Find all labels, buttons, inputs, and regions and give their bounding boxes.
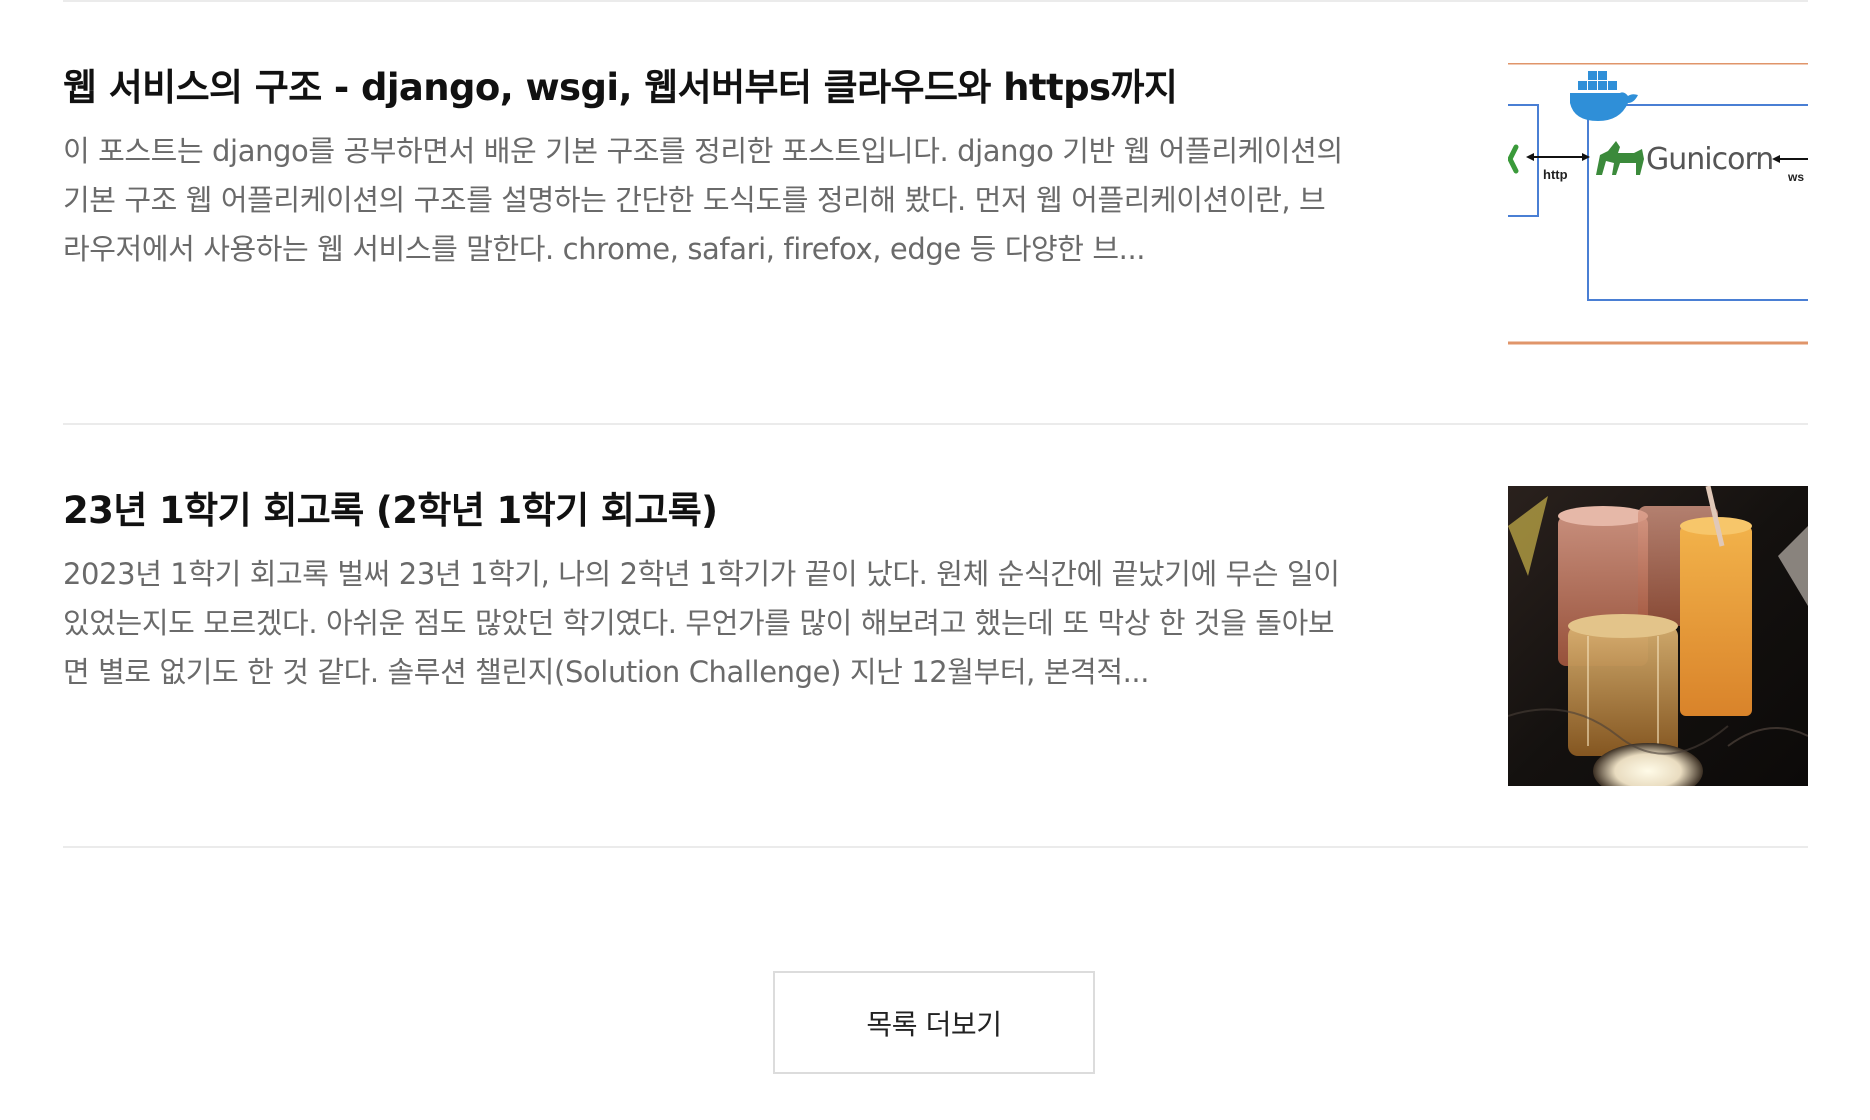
http-label: http (1543, 167, 1568, 182)
post-thumbnail-diagram[interactable]: http ws Gunicorn (1508, 63, 1808, 363)
post-summary: 2023년 1학기 회고록 벌써 23년 1학기, 나의 2학년 1학기가 끝이… (63, 557, 1340, 689)
post-title[interactable]: 23년 1학기 회고록 (2학년 1학기 회고록) (63, 486, 718, 536)
post-title[interactable]: 웹 서비스의 구조 - django, wsgi, 웹서버부터 클라우드와 ht… (63, 63, 1178, 113)
divider (63, 0, 1808, 2)
post-thumbnail-photo[interactable] (1508, 486, 1808, 786)
post-summary: 이 포스트는 django를 공부하면서 배운 기본 구조를 정리한 포스트입니… (63, 134, 1343, 266)
architecture-diagram: http ws Gunicorn (1508, 63, 1808, 363)
ws-label: ws (1787, 170, 1804, 184)
divider (63, 423, 1808, 425)
post-item-web-service[interactable]: 웹 서비스의 구조 - django, wsgi, 웹서버부터 클라우드와 ht… (63, 63, 1808, 363)
post-item-semester-retrospective[interactable]: 23년 1학기 회고록 (2학년 1학기 회고록) 2023년 1학기 회고록 … (63, 486, 1808, 786)
load-more-button[interactable]: 목록 더보기 (773, 971, 1095, 1074)
divider (63, 846, 1808, 848)
drinks-photo-image (1508, 486, 1808, 786)
post-list-page: 웹 서비스의 구조 - django, wsgi, 웹서버부터 클라우드와 ht… (0, 0, 1870, 1120)
gunicorn-label: Gunicorn (1646, 142, 1773, 177)
